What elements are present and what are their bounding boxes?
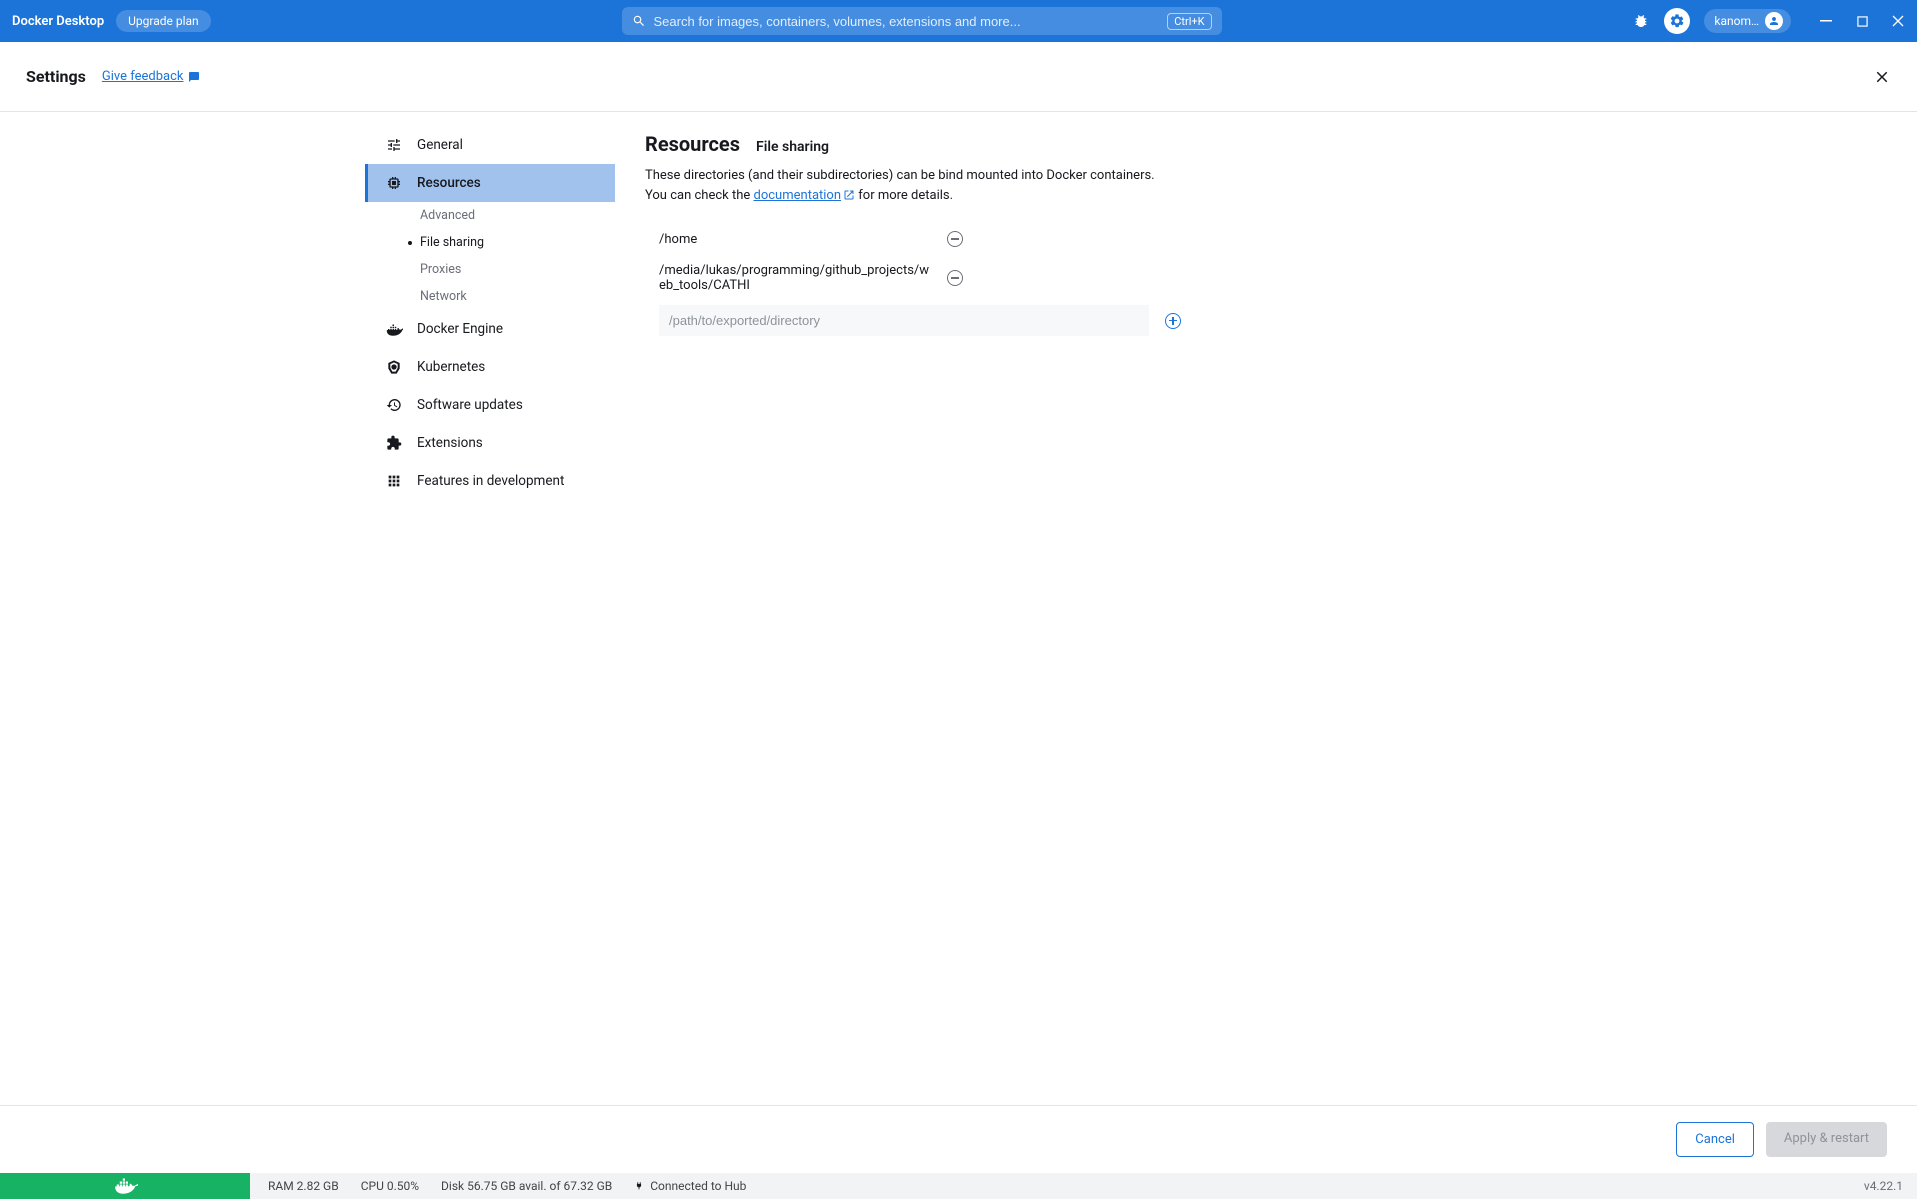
add-path-row bbox=[645, 305, 1445, 336]
status-bar: RAM 2.82 GB CPU 0.50% Disk 56.75 GB avai… bbox=[0, 1173, 1917, 1199]
documentation-link[interactable]: documentation bbox=[754, 188, 856, 203]
window-maximize-icon[interactable] bbox=[1855, 14, 1869, 28]
sidebar-subitem-file-sharing[interactable]: File sharing bbox=[365, 229, 615, 256]
add-path-button[interactable] bbox=[1165, 313, 1181, 329]
settings-header: Settings Give feedback bbox=[0, 42, 1917, 112]
account-menu[interactable]: kanom… bbox=[1704, 9, 1791, 33]
page-title: Settings bbox=[26, 67, 86, 86]
minus-icon bbox=[951, 277, 959, 279]
plug-icon bbox=[634, 1179, 644, 1193]
content-subheading: File sharing bbox=[756, 139, 829, 155]
external-link-icon bbox=[843, 189, 855, 201]
kubernetes-icon bbox=[385, 358, 403, 376]
sidebar-item-features-in-development[interactable]: Features in development bbox=[365, 462, 615, 500]
sidebar-subitem-network[interactable]: Network bbox=[365, 283, 615, 310]
sidebar-item-label: Features in development bbox=[417, 473, 564, 489]
window-close-icon[interactable] bbox=[1891, 14, 1905, 28]
status-version: v4.22.1 bbox=[1864, 1179, 1917, 1193]
avatar-icon bbox=[1765, 12, 1783, 30]
grid-icon bbox=[385, 472, 403, 490]
close-settings-icon[interactable] bbox=[1873, 68, 1891, 86]
feedback-icon bbox=[188, 71, 200, 83]
sidebar-subitem-advanced[interactable]: Advanced bbox=[365, 202, 615, 229]
shared-path-row: /home bbox=[645, 223, 1445, 255]
sidebar-item-label: Extensions bbox=[417, 435, 483, 451]
sidebar-item-software-updates[interactable]: Software updates bbox=[365, 386, 615, 424]
content-heading: Resources bbox=[645, 132, 740, 156]
shared-path-row: /media/lukas/programming/github_projects… bbox=[645, 255, 1445, 301]
give-feedback-link[interactable]: Give feedback bbox=[102, 69, 200, 84]
shared-path-text: /home bbox=[659, 232, 931, 247]
sidebar-item-kubernetes[interactable]: Kubernetes bbox=[365, 348, 615, 386]
sidebar-item-resources[interactable]: Resources bbox=[365, 164, 615, 202]
app-title: Docker Desktop bbox=[12, 14, 104, 29]
window-minimize-icon[interactable] bbox=[1819, 14, 1833, 28]
remove-path-button[interactable] bbox=[947, 270, 963, 286]
settings-icon[interactable] bbox=[1664, 8, 1690, 34]
chip-icon bbox=[385, 174, 403, 192]
remove-path-button[interactable] bbox=[947, 231, 963, 247]
sliders-icon bbox=[385, 136, 403, 154]
whale-icon bbox=[385, 320, 403, 338]
add-path-input[interactable] bbox=[659, 305, 1149, 336]
titlebar: Docker Desktop Upgrade plan Ctrl+K kanom… bbox=[0, 0, 1917, 42]
sidebar-item-label: General bbox=[417, 137, 463, 153]
search-bar[interactable]: Ctrl+K bbox=[622, 7, 1222, 35]
docker-whale-icon bbox=[112, 1177, 138, 1195]
shared-path-text: /media/lukas/programming/github_projects… bbox=[659, 263, 931, 293]
status-cpu: CPU 0.50% bbox=[361, 1179, 419, 1193]
bug-icon[interactable] bbox=[1632, 12, 1650, 30]
status-ram: RAM 2.82 GB bbox=[268, 1179, 339, 1193]
sidebar-item-label: Software updates bbox=[417, 397, 523, 413]
search-icon bbox=[632, 14, 646, 28]
minus-icon bbox=[951, 238, 959, 240]
sidebar-item-label: Kubernetes bbox=[417, 359, 485, 375]
cancel-button[interactable]: Cancel bbox=[1676, 1122, 1754, 1157]
settings-content: Resources File sharing These directories… bbox=[615, 112, 1475, 1105]
search-shortcut: Ctrl+K bbox=[1167, 13, 1211, 30]
content-description: These directories (and their subdirector… bbox=[645, 166, 1165, 205]
sidebar-item-label: Resources bbox=[417, 175, 481, 191]
puzzle-icon bbox=[385, 434, 403, 452]
history-icon bbox=[385, 396, 403, 414]
upgrade-plan-button[interactable]: Upgrade plan bbox=[116, 10, 211, 32]
sidebar-item-extensions[interactable]: Extensions bbox=[365, 424, 615, 462]
status-disk: Disk 56.75 GB avail. of 67.32 GB bbox=[441, 1179, 612, 1193]
account-name: kanom… bbox=[1714, 14, 1759, 28]
sidebar-item-general[interactable]: General bbox=[365, 126, 615, 164]
settings-sidebar: General Resources Advanced File sharing … bbox=[365, 112, 615, 1105]
engine-status[interactable] bbox=[0, 1173, 250, 1199]
apply-restart-button: Apply & restart bbox=[1766, 1122, 1887, 1157]
sidebar-item-label: Docker Engine bbox=[417, 321, 503, 337]
search-input[interactable] bbox=[654, 14, 1160, 29]
footer-actions: Cancel Apply & restart bbox=[0, 1105, 1917, 1173]
sidebar-item-docker-engine[interactable]: Docker Engine bbox=[365, 310, 615, 348]
status-hub: Connected to Hub bbox=[634, 1179, 746, 1193]
active-bullet-icon bbox=[408, 241, 412, 245]
sidebar-subitem-proxies[interactable]: Proxies bbox=[365, 256, 615, 283]
